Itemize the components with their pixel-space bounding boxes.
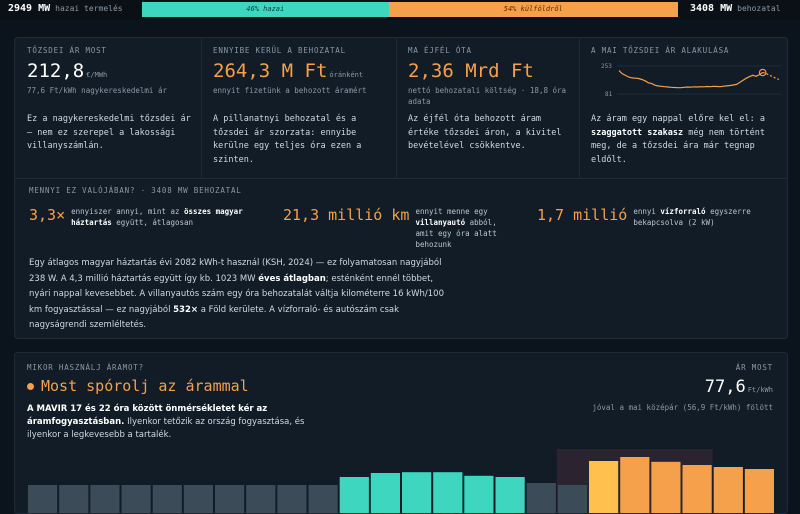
since-midnight-sub: nettó behozatali költség · 18,8 óra adat… <box>408 86 567 106</box>
households-desc: ennyiszer annyi, mint az összes magyar h… <box>71 206 256 228</box>
price-trend-note-a: Az áram egy nappal előre kel el: a <box>591 114 765 124</box>
hour-bar <box>370 473 400 513</box>
hour-bar <box>59 485 89 513</box>
spot-price-value: 212,8 €/MWh <box>27 60 107 82</box>
ev-desc: ennyit menne egy villanyautó abból, amit… <box>415 206 515 250</box>
hourly-cost-value: 264,3 M Ft óránként <box>213 60 363 82</box>
hour-bar <box>246 485 276 513</box>
current-price-number: 77,6 <box>704 377 746 397</box>
hour-bar <box>277 485 307 513</box>
kettle-equivalent: 1,7 millió ennyi vízforraló egyszerre be… <box>537 206 777 228</box>
hour-bar <box>682 465 712 513</box>
kettle-desc-a: ennyi <box>633 207 661 216</box>
y-tick-low: 81 <box>605 91 613 98</box>
usage-advice-label: MIKOR HASZNÁLJ ÁRAMOT? <box>27 363 144 372</box>
hour-bar <box>183 485 213 513</box>
households-desc-a: ennyiszer annyi, mint az <box>71 207 185 216</box>
ev-desc-a: ennyit menne egy <box>415 207 488 216</box>
current-price-label: ÁR MOST <box>735 363 773 372</box>
ev-desc-b: villanyautó <box>415 218 466 227</box>
current-price-sub: jóval a mai középár (56,9 Ft/kWh) fölött <box>592 403 773 412</box>
hour-bar <box>526 483 556 513</box>
since-midnight-label: MA ÉJFÉL ÓTA <box>408 46 472 55</box>
spot-price-card: TŐZSDEI ÁR MOST 212,8 €/MWh 77,6 Ft/kWh n… <box>15 38 202 178</box>
households-value: 3,3× <box>29 206 66 224</box>
hourly-cost-note: A pillanatnyi behozatal és a tőzsdei ár … <box>213 114 362 165</box>
stats-panel: TŐZSDEI ÁR MOST 212,8 €/MWh 77,6 Ft/kWh n… <box>14 37 788 339</box>
hour-bar <box>28 485 58 513</box>
households-desc-c: együtt, átlagosan <box>111 218 194 227</box>
hourly-cost-number: 264,3 M Ft <box>213 60 328 82</box>
hourly-cost-card: ENNYIBE KERÜL A BEHOZATAL 264,3 M Ft órán… <box>201 38 397 178</box>
hour-bar <box>90 485 120 513</box>
domestic-share-segment: 46% hazai <box>142 2 389 17</box>
import-share-segment: 54% külföldről <box>388 2 678 17</box>
households-equivalent: 3,3× ennyiszer annyi, mint az összes mag… <box>29 206 279 228</box>
since-midnight-note: Az éjfél óta behozott áram értéke tőzsde… <box>408 114 562 151</box>
import-volume: 3408 MW behozatal <box>690 3 781 14</box>
hour-bar <box>713 467 743 513</box>
price-trend-card: A MAI TŐZSDEI ÁR ALAKULÁSA 253 81 Az ára… <box>579 38 787 178</box>
alert-dot-icon <box>27 382 34 390</box>
hour-bar <box>339 477 369 513</box>
hourly-price-bars <box>28 449 774 513</box>
kettle-value: 1,7 millió <box>537 206 628 224</box>
hour-bar <box>215 485 245 513</box>
ev-value: 21,3 millió km <box>283 206 410 224</box>
spot-price-sub: 77,6 Ft/kWh nagykereskedelmi ár <box>27 86 167 95</box>
hour-bar <box>495 477 525 513</box>
ev-equivalent: 21,3 millió km ennyit menne egy villanya… <box>283 206 538 250</box>
hour-bar <box>433 472 463 513</box>
spot-price-unit: €/MWh <box>86 71 108 79</box>
usage-advice-title: Most spórolj az árammal <box>27 377 249 395</box>
usage-advice-title-text: Most spórolj az árammal <box>41 377 249 395</box>
share-split-bar: 46% hazai 54% külföldről <box>142 2 678 17</box>
hourly-cost-label: ENNYIBE KERÜL A BEHOZATAL <box>213 46 346 55</box>
price-trend-note-b: szaggatott szakasz <box>591 127 684 138</box>
hour-bar <box>620 457 650 513</box>
import-label: behozatal <box>737 4 781 13</box>
kettle-desc: ennyi vízforraló egyszerre bekapcsolva (… <box>633 206 773 228</box>
hour-bar <box>589 461 619 513</box>
price-trend-chart: 253 81 <box>601 63 781 98</box>
import-value: 3408 MW <box>690 3 733 14</box>
domestic-label: hazai termelés <box>55 4 123 13</box>
hour-bar <box>308 485 338 513</box>
current-price-unit: Ft/kWh <box>747 386 773 394</box>
price-line-actual <box>618 70 764 89</box>
domestic-value: 2949 MW <box>8 3 51 14</box>
hour-bar <box>152 485 182 513</box>
explanation-bold-1: éves átlagban <box>258 273 326 284</box>
equivalents-label: MENNYI EZ VALÓJÁBAN? · 3408 MW BEHOZATAL <box>29 186 242 195</box>
hour-bar <box>121 485 151 513</box>
usage-advice-text: A MAVIR 17 és 22 óra között önmérséklete… <box>27 403 327 442</box>
usage-advice-panel: MIKOR HASZNÁLJ ÁRAMOT? Most spórolj az á… <box>14 352 788 514</box>
domestic-production: 2949 MW hazai termelés <box>8 3 123 14</box>
spot-price-number: 212,8 <box>27 60 85 82</box>
panel-divider <box>15 178 787 179</box>
import-export-bar: 2949 MW hazai termelés 46% hazai 54% külf… <box>0 0 800 20</box>
hour-bar <box>464 475 494 513</box>
since-midnight-card: MA ÉJFÉL ÓTA 2,36 Mrd Ft nettó behozatal… <box>396 38 580 178</box>
kettle-desc-b: vízforraló <box>660 207 706 216</box>
price-trend-label: A MAI TŐZSDEI ÁR ALAKULÁSA <box>591 46 730 55</box>
explanation-paragraph: Egy átlagos magyar háztartás évi 2082 kW… <box>29 256 449 334</box>
hour-bar <box>744 469 774 513</box>
since-midnight-value: 2,36 Mrd Ft <box>408 60 534 82</box>
y-tick-high: 253 <box>601 63 612 70</box>
hourly-cost-sub: ennyit fizetünk a behozott áramért <box>213 86 367 95</box>
current-price-value: 77,6 Ft/kWh <box>705 377 773 397</box>
hourly-cost-unit: óránként <box>329 71 364 79</box>
hour-bar <box>402 472 432 513</box>
spot-price-note: Ez a nagykereskedelmi tőzsdei ár — nem e… <box>27 114 191 151</box>
hour-bar <box>651 461 681 513</box>
hour-bar <box>557 485 587 513</box>
spot-price-label: TŐZSDEI ÁR MOST <box>27 46 107 55</box>
price-trend-note: Az áram egy nappal előre kel el: a szagg… <box>591 113 786 167</box>
explanation-bold-2: 532× <box>173 304 199 315</box>
